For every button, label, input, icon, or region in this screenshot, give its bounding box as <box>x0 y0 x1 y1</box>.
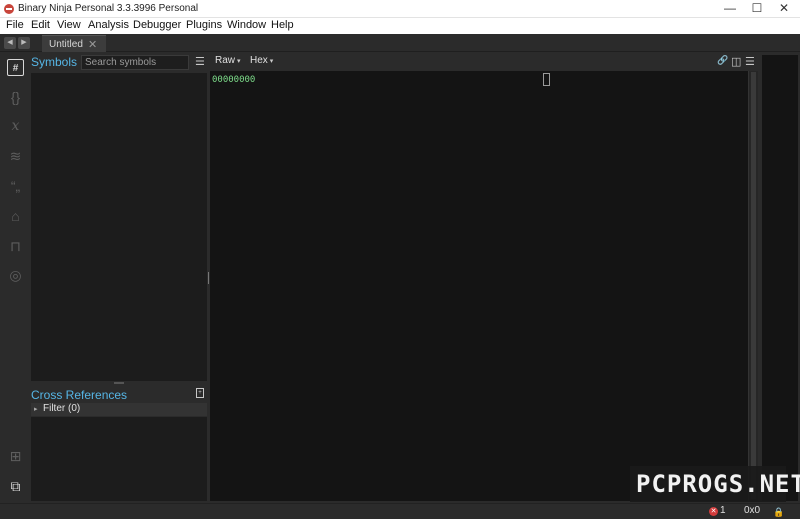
symbols-icon[interactable]: # <box>7 59 24 76</box>
minimize-button[interactable]: — <box>716 0 744 18</box>
watermark: PCPROGS.NET <box>630 466 800 502</box>
menu-window[interactable]: Window <box>227 19 266 31</box>
expand-arrow-icon[interactable]: ▸ <box>34 405 38 413</box>
chevron-down-icon: ▾ <box>269 58 274 65</box>
lock-icon[interactable]: 🔒 <box>773 507 784 518</box>
tags-icon[interactable]: ⌂ <box>7 208 24 225</box>
filter-row[interactable]: ▸ Filter (0) <box>31 403 207 416</box>
layers-icon[interactable]: ≋ <box>7 148 24 165</box>
view-type-dropdown[interactable]: Raw ▾ <box>215 55 241 66</box>
splitter-grip[interactable] <box>114 382 124 384</box>
hex-toolbar: Raw ▾ Hex ▾ 🔗 ◫ ☰ <box>210 52 758 71</box>
search-symbols-input[interactable] <box>81 55 189 70</box>
strings-icon[interactable]: “„ <box>7 178 24 195</box>
cross-references-title: Cross References <box>31 388 128 402</box>
title-bar: Binary Ninja Personal 3.3.3996 Personal … <box>0 0 800 18</box>
right-side-panel <box>762 55 798 501</box>
cross-references-list[interactable] <box>31 417 207 501</box>
tab-bar: ◀ ▶ Untitled ✕ <box>0 34 800 52</box>
chevron-down-icon: ▾ <box>237 58 241 65</box>
symbols-header: Symbols ☰ <box>30 52 208 72</box>
graph-icon[interactable]: ⊞ <box>7 448 24 465</box>
menu-help[interactable]: Help <box>271 19 294 31</box>
menu-edit[interactable]: Edit <box>31 19 50 31</box>
activity-bar: # {} 𝑥 ≋ “„ ⌂ ⊓ ◎ ⊞ ⧉ <box>0 52 30 503</box>
binary-ninja-logo-icon <box>4 4 14 14</box>
cross-references-header: Cross References <box>30 386 208 402</box>
error-icon[interactable]: ✕ <box>709 507 718 516</box>
menu-plugins[interactable]: Plugins <box>186 19 222 31</box>
hex-menu-icon[interactable]: ☰ <box>745 55 755 68</box>
scrollbar-thumb[interactable] <box>751 72 756 499</box>
new-xref-icon[interactable]: + <box>196 388 204 398</box>
view-mode-label: Hex <box>250 55 268 66</box>
address-label: 00000000 <box>212 75 256 85</box>
stack-icon[interactable]: ⊓ <box>7 238 24 255</box>
symbols-title: Symbols <box>31 55 78 69</box>
watermark-text: PCPROGS.NET <box>636 470 800 498</box>
menu-debugger[interactable]: Debugger <box>133 19 181 31</box>
offset-readout[interactable]: 0x0 <box>744 505 760 516</box>
menu-bar: File Edit View Analysis Debugger Plugins… <box>0 18 800 34</box>
hex-editor[interactable]: 00000000 <box>210 71 748 501</box>
filter-label: Filter (0) <box>43 403 81 414</box>
back-arrow-icon[interactable]: ◀ <box>4 37 16 49</box>
window-title: Binary Ninja Personal 3.3.3996 Personal <box>18 3 199 14</box>
linked-view-icon[interactable]: ⧉ <box>7 478 24 495</box>
maximize-button[interactable]: ☐ <box>743 0 771 18</box>
tab-close-icon[interactable]: ✕ <box>88 38 97 51</box>
vertical-scrollbar[interactable] <box>748 71 758 501</box>
close-button[interactable]: ✕ <box>770 0 798 18</box>
settings-icon[interactable]: ◎ <box>7 267 24 284</box>
splitter-handle[interactable] <box>208 272 209 284</box>
types-icon[interactable]: {} <box>7 89 24 106</box>
menu-view[interactable]: View <box>57 19 81 31</box>
link-icon[interactable]: 🔗 <box>717 55 728 66</box>
tab-label: Untitled <box>49 39 83 50</box>
forward-arrow-icon[interactable]: ▶ <box>18 37 30 49</box>
symbols-list[interactable] <box>31 73 207 381</box>
view-mode-dropdown[interactable]: Hex ▾ <box>250 55 273 66</box>
error-count: 1 <box>720 505 726 516</box>
symbols-menu-icon[interactable]: ☰ <box>195 55 205 68</box>
menu-analysis[interactable]: Analysis <box>88 19 129 31</box>
menu-file[interactable]: File <box>6 19 24 31</box>
variables-icon[interactable]: 𝑥 <box>7 118 24 135</box>
text-cursor <box>543 73 550 86</box>
split-view-icon[interactable]: ◫ <box>731 55 741 68</box>
status-bar: ✕ 1 0x0 🔒 <box>0 503 800 519</box>
view-type-label: Raw <box>215 55 236 66</box>
tab-untitled[interactable]: Untitled ✕ <box>42 35 106 52</box>
